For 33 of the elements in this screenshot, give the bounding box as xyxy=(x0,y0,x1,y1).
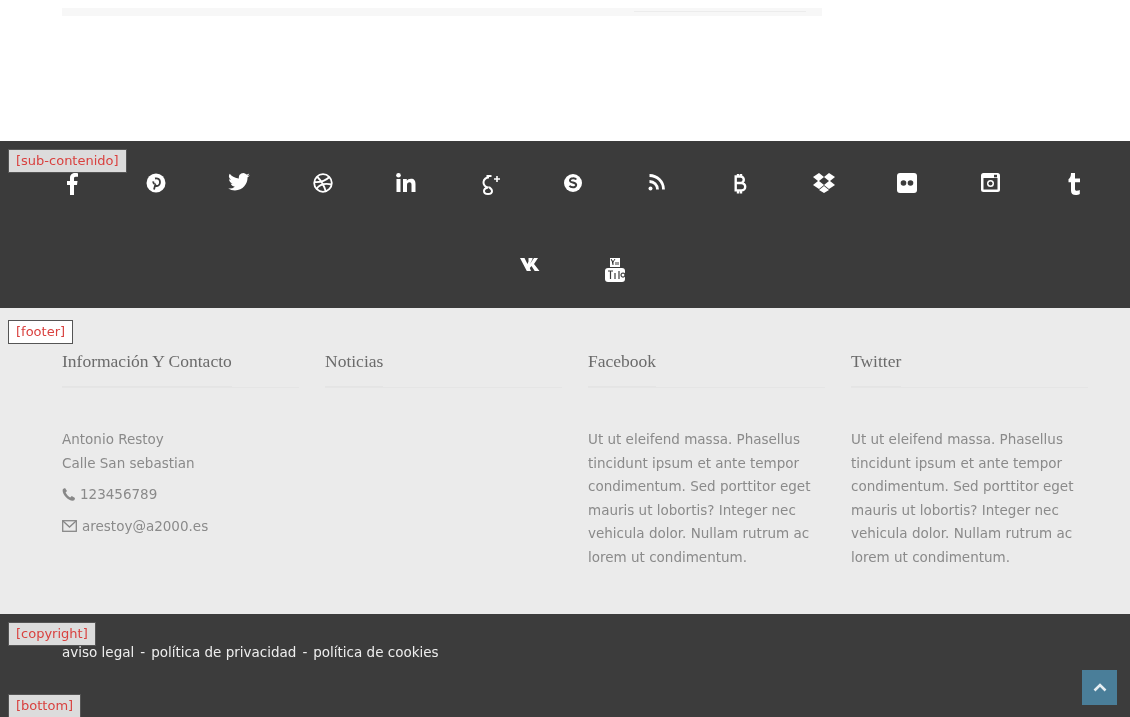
section-tag: [sub-contenido] xyxy=(8,149,127,173)
in-letters-icon[interactable] xyxy=(396,173,416,192)
ball-icon[interactable] xyxy=(312,173,333,193)
section-tag: [bottom] xyxy=(8,694,82,717)
body-text: Ut ut eleifend massa. Phasellus tincidunt ipsum et ante tempor condimentum. Sed porttitor eget mauris ut lobortis? Integer nec vehicula dolor. Nullam rutrum ac lorem ut condimentum. xyxy=(851,430,1075,567)
footer-link[interactable]: política de privacidad xyxy=(151,642,297,663)
feed-waves-icon[interactable] xyxy=(647,173,666,191)
s-circle-icon[interactable] xyxy=(563,173,583,193)
column-heading: Twitter xyxy=(851,351,902,387)
email-text: arestoy@a2000.es xyxy=(82,516,209,536)
pin-circle-icon[interactable] xyxy=(145,173,166,193)
two-dots-icon[interactable] xyxy=(897,173,917,193)
separator-text: - xyxy=(140,643,146,662)
body-text: Ut ut eleifend massa. Phasellus tincidunt ipsum et ante tempor condimentum. Sed porttitor eget mauris ut lobortis? Integer nec vehicula dolor. Nullam rutrum ac lorem ut condimentum. xyxy=(588,430,812,567)
separator-text: - xyxy=(302,643,308,662)
column-heading: Noticias xyxy=(325,351,384,387)
b-currency-icon[interactable] xyxy=(732,173,748,195)
camera-icon[interactable] xyxy=(981,173,1000,192)
letter-f-icon[interactable] xyxy=(66,173,78,195)
letter-t-icon[interactable] xyxy=(1067,173,1081,195)
bird-icon[interactable] xyxy=(228,173,250,191)
envelope-icon xyxy=(62,520,77,533)
section-tag: [copyright] xyxy=(8,622,96,646)
phone-icon xyxy=(62,488,75,502)
address-text: Antonio Restoy Calle San sebastian xyxy=(62,430,196,473)
footer-link[interactable]: política de cookies xyxy=(313,642,439,663)
phone-text: 123456789 xyxy=(80,485,158,504)
section-tag: [footer] xyxy=(8,320,74,344)
column-heading: Información Y Contacto xyxy=(62,351,232,387)
open-box-icon[interactable] xyxy=(812,173,835,193)
column-heading: Facebook xyxy=(588,351,657,387)
back-to-top-button[interactable] xyxy=(1082,670,1117,705)
chevron-up-icon xyxy=(1092,683,1107,692)
